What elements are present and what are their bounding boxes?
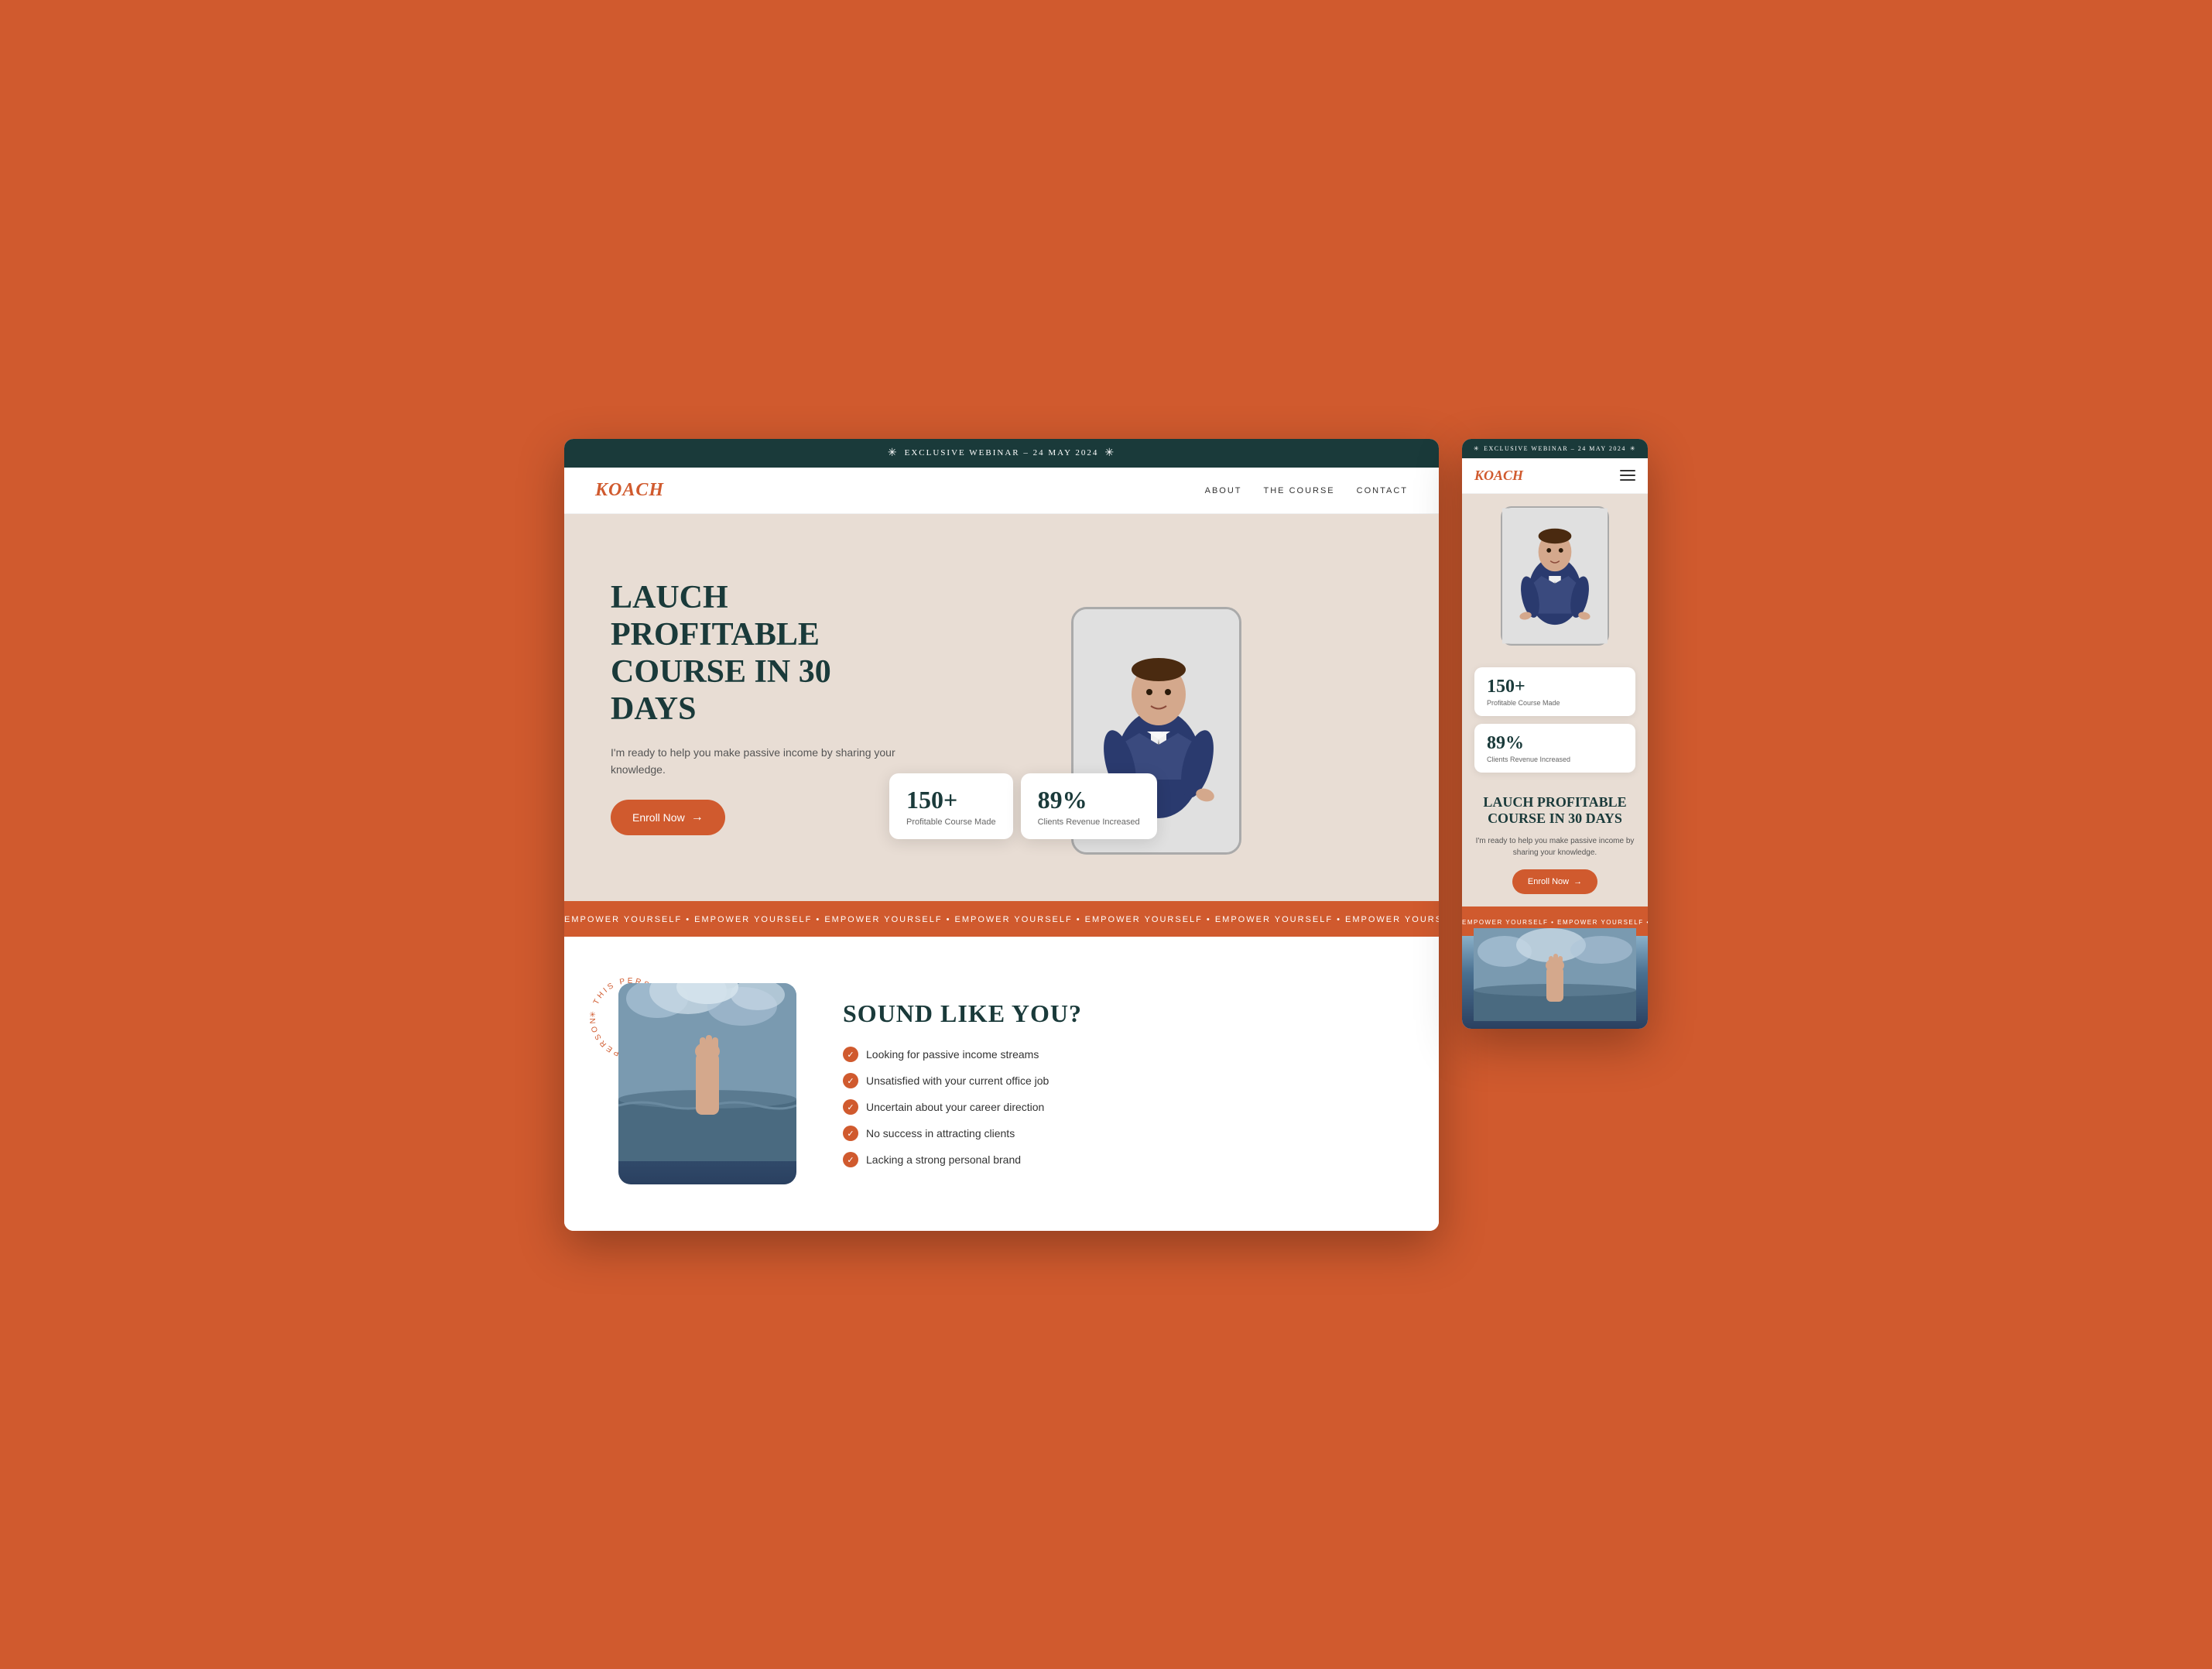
mobile-hero-text: LAUCH PROFITABLE COURSE IN 30 DAYS I'm r…: [1462, 782, 1648, 906]
outer-wrapper: ✳ Exclusive Webinar – 24 May 2024 ✳ KOAC…: [564, 439, 1648, 1231]
checklist: ✓ Looking for passive income streams ✓ U…: [843, 1047, 1408, 1167]
stats-cards: 150+ Profitable Course Made 89% Clients …: [889, 773, 1157, 839]
mobile-stat2-number: 89%: [1487, 733, 1623, 754]
enroll-now-label: Enroll Now: [632, 811, 685, 824]
mobile-stat1-label: Profitable Course Made: [1487, 699, 1623, 707]
mobile-stat-card-2: 89% Clients Revenue Increased: [1474, 724, 1635, 773]
hero-image-area: 150+ Profitable Course Made 89% Clients …: [905, 560, 1408, 855]
list-item-text: Lacking a strong personal brand: [866, 1153, 1021, 1166]
list-item-text: Unsatisfied with your current office job: [866, 1074, 1049, 1087]
sound-content: SOUND LIKE YOU? ✓ Looking for passive in…: [843, 999, 1408, 1167]
stat-card-2: 89% Clients Revenue Increased: [1021, 773, 1157, 839]
hero-text: LAUCH PROFITABLE COURSE IN 30 DAYS I'm r…: [611, 579, 905, 836]
mobile-ticker-text: EMPOWER YOURSELF • EMPOWER YOURSELF •: [1462, 919, 1648, 926]
ticker-bar: EMPOWER YOURSELF • EMPOWER YOURSELF • EM…: [564, 901, 1439, 937]
mobile-announcement-bar: ✳ Exclusive Webinar – 24 May 2024 ✳: [1462, 439, 1648, 458]
mobile-stat2-label: Clients Revenue Increased: [1487, 756, 1623, 763]
desktop-browser: ✳ Exclusive Webinar – 24 May 2024 ✳ KOAC…: [564, 439, 1439, 1231]
ticker-text: EMPOWER YOURSELF • EMPOWER YOURSELF • EM…: [564, 915, 1439, 924]
mobile-person-illustration: [1502, 506, 1608, 646]
hero-title: LAUCH PROFITABLE COURSE IN 30 DAYS: [611, 579, 905, 728]
stat2-number: 89%: [1038, 786, 1140, 814]
stat1-label: Profitable Course Made: [906, 817, 996, 827]
sound-title: SOUND LIKE YOU?: [843, 999, 1408, 1028]
stat1-number: 150+: [906, 786, 996, 814]
list-item-text: Looking for passive income streams: [866, 1048, 1039, 1061]
star-icon-left: ✳: [888, 447, 899, 460]
check-icon: ✓: [843, 1126, 858, 1141]
list-item: ✓ Uncertain about your career direction: [843, 1099, 1408, 1115]
nav-item-course[interactable]: THE COURSE: [1264, 483, 1335, 497]
nav-item-about[interactable]: ABOUT: [1205, 483, 1242, 497]
list-item-text: Uncertain about your career direction: [866, 1101, 1044, 1113]
mobile-logo: KOACH: [1474, 468, 1523, 484]
nav-links: ABOUT THE COURSE CONTACT: [1205, 483, 1408, 497]
stat2-label: Clients Revenue Increased: [1038, 817, 1140, 827]
sound-image-area: ✳ THIS PERSON HELP ✳ THIS PERSON HELP: [595, 983, 796, 1184]
mobile-hero-title: LAUCH PROFITABLE COURSE IN 30 DAYS: [1474, 794, 1635, 828]
check-icon: ✓: [843, 1152, 858, 1167]
nav-bar: KOACH ABOUT THE COURSE CONTACT: [564, 468, 1439, 514]
hamburger-line-3: [1620, 479, 1635, 481]
mobile-stat-card-1: 150+ Profitable Course Made: [1474, 667, 1635, 716]
list-item: ✓ Looking for passive income streams: [843, 1047, 1408, 1062]
mobile-star-right: ✳: [1630, 445, 1636, 452]
nav-link-contact[interactable]: CONTACT: [1357, 486, 1408, 495]
star-icon-right: ✳: [1104, 447, 1115, 460]
enroll-now-button[interactable]: Enroll Now →: [611, 800, 725, 835]
check-icon: ✓: [843, 1047, 858, 1062]
logo: KOACH: [595, 480, 664, 501]
nav-link-about[interactable]: ABOUT: [1205, 486, 1242, 495]
mobile-sound-image: [1462, 936, 1648, 1029]
nav-link-course[interactable]: THE COURSE: [1264, 486, 1335, 495]
mobile-star-left: ✳: [1474, 445, 1480, 452]
mobile-person-img: [1501, 506, 1609, 646]
sound-image: [618, 983, 796, 1184]
list-item: ✓ No success in attracting clients: [843, 1126, 1408, 1141]
check-icon: ✓: [843, 1099, 858, 1115]
mobile-stat1-number: 150+: [1487, 677, 1623, 697]
mobile-arrow-icon: →: [1573, 877, 1582, 886]
announcement-bar: ✳ Exclusive Webinar – 24 May 2024 ✳: [564, 439, 1439, 468]
mobile-enroll-now-button[interactable]: Enroll Now →: [1512, 869, 1597, 894]
list-item-text: No success in attracting clients: [866, 1127, 1015, 1140]
list-item: ✓ Unsatisfied with your current office j…: [843, 1073, 1408, 1088]
sound-section: ✳ THIS PERSON HELP ✳ THIS PERSON HELP: [564, 937, 1439, 1231]
mobile-person-card-area: [1462, 494, 1648, 658]
hero-section: LAUCH PROFITABLE COURSE IN 30 DAYS I'm r…: [564, 514, 1439, 901]
mobile-enroll-label: Enroll Now: [1528, 877, 1569, 886]
mobile-hero-subtitle: I'm ready to help you make passive incom…: [1474, 835, 1635, 858]
hamburger-line-1: [1620, 470, 1635, 471]
list-item: ✓ Lacking a strong personal brand: [843, 1152, 1408, 1167]
nav-item-contact[interactable]: CONTACT: [1357, 483, 1408, 497]
hamburger-line-2: [1620, 475, 1635, 476]
mobile-hand-water: [1474, 928, 1636, 1021]
mobile-announcement-text: Exclusive Webinar – 24 May 2024: [1484, 445, 1626, 452]
mobile-stats: 150+ Profitable Course Made 89% Clients …: [1462, 658, 1648, 782]
mobile-browser: ✳ Exclusive Webinar – 24 May 2024 ✳ KOAC…: [1462, 439, 1648, 1029]
arrow-icon: →: [691, 811, 704, 824]
check-icon: ✓: [843, 1073, 858, 1088]
announcement-text: Exclusive Webinar – 24 May 2024: [905, 448, 1099, 458]
hamburger-menu[interactable]: [1620, 470, 1635, 481]
mobile-nav: KOACH: [1462, 458, 1648, 494]
stat-card-1: 150+ Profitable Course Made: [889, 773, 1013, 839]
hero-subtitle: I'm ready to help you make passive incom…: [611, 744, 905, 779]
hand-water-illustration: [618, 983, 796, 1161]
